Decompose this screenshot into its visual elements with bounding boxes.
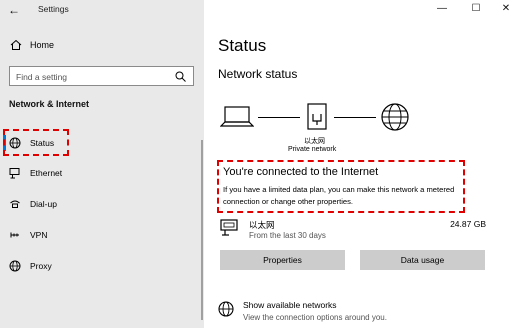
network-status-heading: Network status xyxy=(218,67,298,81)
page-title: Status xyxy=(218,36,267,55)
sidebar-item-dial-up[interactable]: Dial-up xyxy=(0,192,204,216)
home-label: Home xyxy=(30,40,55,50)
search-box[interactable] xyxy=(9,66,194,86)
connection-status-highlight: You're connected to the Internet If you … xyxy=(217,160,465,213)
sidebar-item-label: Dial-up xyxy=(30,199,57,209)
globe-icon xyxy=(9,260,21,272)
connection-line xyxy=(258,117,300,118)
usage-amount: 24.87 GB xyxy=(450,219,486,229)
laptop-icon xyxy=(220,106,254,127)
home-nav-item[interactable]: Home xyxy=(0,36,204,56)
sidebar-item-label: VPN xyxy=(30,230,48,240)
maximize-button[interactable]: ☐ xyxy=(466,2,486,16)
section-title: Network & Internet xyxy=(9,99,90,109)
connection-status-description: If you have a limited data plan, you can… xyxy=(223,185,455,206)
sidebar-item-label: Proxy xyxy=(30,261,52,271)
vpn-icon xyxy=(10,232,19,238)
adapter-type: Private network xyxy=(288,146,337,153)
search-icon[interactable] xyxy=(175,71,186,82)
data-usage-row: 以太网 From the last 30 days 24.87 GB xyxy=(218,216,488,242)
connection-status-title: You're connected to the Internet xyxy=(223,166,379,178)
sidebar-item-ethernet[interactable]: Ethernet xyxy=(0,161,204,185)
app-title: Settings xyxy=(38,4,69,14)
sidebar-item-vpn[interactable]: VPN xyxy=(0,223,204,247)
back-arrow-icon[interactable]: ← xyxy=(8,3,22,17)
usage-network-name: 以太网 xyxy=(249,220,275,230)
adapter-name: 以太网 xyxy=(304,138,325,145)
globe-icon xyxy=(218,301,234,317)
title-bar: ← Settings xyxy=(0,0,204,22)
internet-globe-icon xyxy=(381,103,409,131)
sidebar-scrollbar[interactable] xyxy=(201,140,203,320)
phone-icon xyxy=(10,200,20,208)
data-usage-button[interactable]: Data usage xyxy=(360,250,485,270)
search-input[interactable] xyxy=(10,68,160,86)
close-button[interactable]: ✕ xyxy=(496,2,516,16)
main-content: — ☐ ✕ Status Network status 以太网 Private … xyxy=(204,0,520,328)
properties-button[interactable]: Properties xyxy=(220,250,345,270)
ethernet-adapter-icon xyxy=(307,103,327,130)
ethernet-icon xyxy=(220,219,238,236)
sidebar-item-label: Ethernet xyxy=(30,168,63,178)
ethernet-icon xyxy=(9,168,20,179)
sidebar: ← Settings Home Network & Internet Statu… xyxy=(0,0,204,328)
sidebar-item-proxy[interactable]: Proxy xyxy=(0,254,204,278)
show-networks-subtitle: View the connection options around you. xyxy=(243,313,387,322)
minimize-button[interactable]: — xyxy=(432,2,452,16)
network-diagram: 以太网 Private network xyxy=(218,100,418,156)
usage-period: From the last 30 days xyxy=(249,231,326,240)
home-icon xyxy=(10,39,22,50)
show-available-networks-link[interactable]: Show available networks View the connect… xyxy=(218,298,498,326)
connection-line xyxy=(334,117,376,118)
show-networks-title: Show available networks xyxy=(243,300,337,310)
status-highlight-box xyxy=(3,129,69,156)
